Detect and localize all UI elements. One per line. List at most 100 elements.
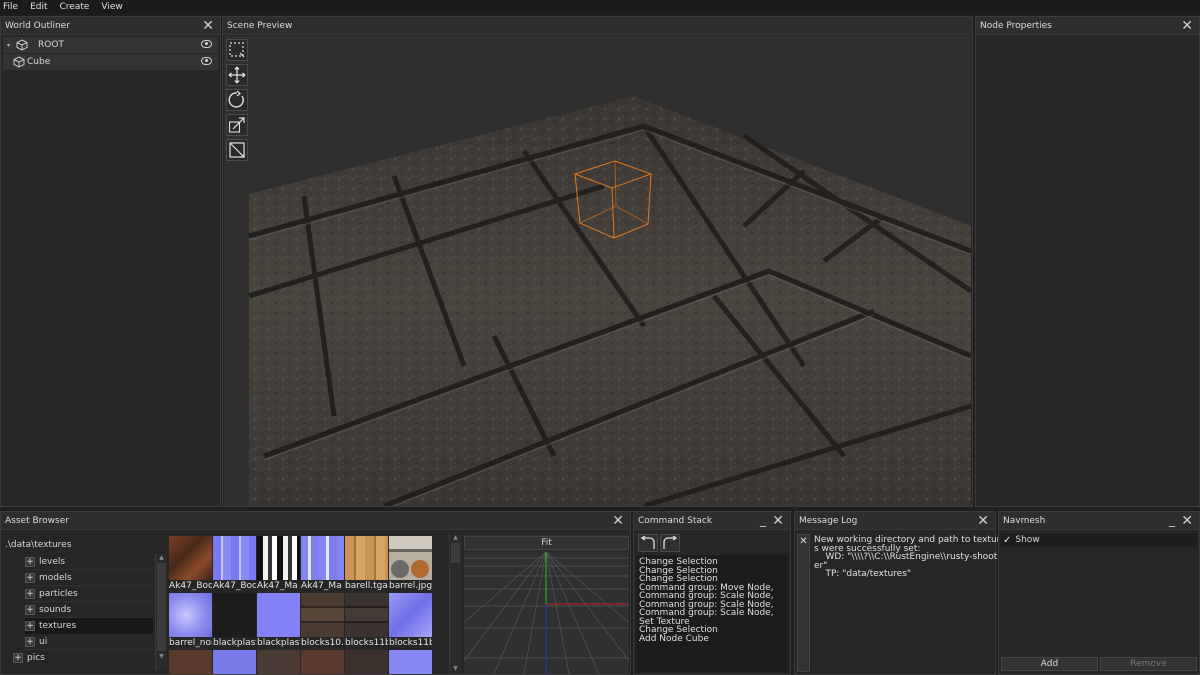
menu-edit[interactable]: Edit: [30, 2, 47, 12]
asset-thumb[interactable]: [257, 650, 300, 674]
folder-label: sounds: [39, 604, 72, 615]
scroll-up-icon[interactable]: ▲: [156, 554, 167, 561]
preview-grid: [464, 552, 629, 674]
clear-icon: ✕: [799, 536, 808, 547]
expand-icon[interactable]: +: [25, 636, 35, 647]
expand-icon[interactable]: +: [25, 556, 35, 567]
scene-preview-header: Scene Preview: [223, 17, 972, 35]
barrel-dots: [411, 560, 429, 578]
scroll-down-icon[interactable]: ▼: [450, 665, 461, 672]
folder-particles[interactable]: + particles: [25, 586, 153, 602]
select-tool-button[interactable]: [226, 39, 248, 61]
scroll-thumb[interactable]: [157, 563, 166, 651]
folder-textures[interactable]: + textures: [25, 618, 153, 634]
asset-thumb[interactable]: [301, 650, 344, 674]
scale-icon: [228, 117, 245, 133]
resize-tool-button[interactable]: [226, 139, 248, 161]
expand-icon[interactable]: +: [25, 604, 35, 615]
scene-render: [224, 36, 971, 506]
asset-thumb[interactable]: [345, 650, 388, 674]
checkmark-icon[interactable]: ✓: [1003, 535, 1011, 546]
asset-thumb[interactable]: [301, 536, 344, 580]
folder-label: levels: [39, 556, 66, 567]
folder-pics[interactable]: + pics: [13, 650, 153, 666]
redo-icon: [663, 536, 678, 549]
scale-tool-button[interactable]: [226, 114, 248, 136]
expand-icon[interactable]: +: [25, 588, 35, 599]
cube-icon: [13, 56, 25, 68]
folder-label: particles: [39, 588, 78, 599]
menu-view[interactable]: View: [101, 2, 122, 12]
tree-item-root[interactable]: ▾ ROOT: [3, 37, 218, 53]
asset-thumb[interactable]: [257, 593, 300, 637]
scroll-down-icon[interactable]: ▼: [156, 653, 167, 660]
asset-thumb[interactable]: [213, 593, 256, 637]
asset-thumb[interactable]: [169, 536, 212, 580]
asset-thumb[interactable]: [389, 536, 432, 580]
navmesh-header: Navmesh _ ✕: [999, 512, 1199, 530]
expand-icon[interactable]: +: [13, 653, 23, 663]
remove-button[interactable]: Remove: [1100, 657, 1197, 671]
scene-viewport[interactable]: [224, 36, 971, 506]
asset-thumb[interactable]: [345, 536, 388, 580]
eye-icon[interactable]: [201, 40, 212, 48]
asset-thumb[interactable]: [345, 593, 388, 637]
navmesh-panel: Navmesh _ ✕ ✓ Show Add Remove: [998, 511, 1200, 675]
add-button[interactable]: Add: [1001, 657, 1098, 671]
asset-label: blackplast: [213, 638, 256, 648]
asset-label: barrel_nor: [169, 638, 212, 648]
close-icon[interactable]: ✕: [1181, 513, 1193, 529]
expand-icon[interactable]: +: [25, 621, 35, 631]
world-outliner-title: World Outliner: [5, 20, 70, 31]
minimize-icon[interactable]: _: [1169, 512, 1175, 528]
asset-label: blocks10.t: [301, 638, 344, 648]
undo-button[interactable]: [638, 534, 658, 552]
clear-log-button[interactable]: ✕: [797, 534, 810, 672]
close-icon[interactable]: ✕: [1181, 18, 1193, 34]
folder-label: textures: [39, 621, 77, 631]
move-tool-button[interactable]: [226, 64, 248, 86]
asset-label: blocks11b: [345, 638, 388, 648]
navmesh-show-toggle[interactable]: ✓ Show: [1001, 533, 1197, 547]
asset-grid-scrollbar[interactable]: ▲ ▼: [449, 534, 461, 674]
asset-thumb[interactable]: [389, 593, 432, 637]
tree-item-label: ROOT: [38, 40, 64, 50]
close-icon[interactable]: ✕: [612, 513, 624, 529]
folder-ui[interactable]: + ui: [25, 634, 153, 650]
menu-create[interactable]: Create: [60, 2, 90, 12]
close-icon[interactable]: ✕: [772, 513, 784, 529]
move-arrows-icon: [228, 66, 246, 84]
asset-label: Ak47_Ma: [257, 581, 298, 591]
folder-tree: + levels + models + particles + sounds + text…: [3, 554, 167, 674]
asset-thumb[interactable]: [213, 536, 256, 580]
asset-preview[interactable]: Fit: [464, 534, 629, 674]
menu-file[interactable]: File: [3, 2, 18, 12]
fit-button[interactable]: Fit: [464, 536, 629, 550]
select-rect-icon: [229, 42, 245, 58]
folder-models[interactable]: + models: [25, 570, 153, 586]
collapse-arrow-icon[interactable]: ▾: [7, 42, 10, 49]
close-icon[interactable]: ✕: [977, 513, 989, 529]
rotate-tool-button[interactable]: [226, 89, 248, 111]
asset-thumb[interactable]: [301, 593, 344, 637]
folder-sounds[interactable]: + sounds: [25, 602, 153, 618]
folder-tree-scrollbar[interactable]: ▲ ▼: [155, 554, 167, 670]
eye-icon[interactable]: [201, 57, 212, 65]
scroll-up-icon[interactable]: ▲: [450, 534, 461, 541]
tree-item-cube[interactable]: Cube: [3, 54, 218, 70]
asset-thumb[interactable]: [389, 650, 432, 674]
asset-thumb[interactable]: [213, 650, 256, 674]
command-entry[interactable]: Add Node Cube: [639, 634, 785, 644]
scroll-thumb[interactable]: [451, 543, 460, 563]
redo-button[interactable]: [660, 534, 680, 552]
message-line: TP: "data/textures": [814, 569, 912, 579]
asset-thumb[interactable]: [169, 593, 212, 637]
close-icon[interactable]: ✕: [202, 18, 214, 34]
asset-label: Ak47_Bod: [213, 581, 256, 591]
asset-label: blackplast: [257, 638, 300, 648]
asset-thumb[interactable]: [169, 650, 212, 674]
folder-levels[interactable]: + levels: [25, 554, 153, 570]
minimize-icon[interactable]: _: [760, 512, 766, 528]
expand-icon[interactable]: +: [25, 572, 35, 583]
asset-thumb[interactable]: [257, 536, 300, 580]
